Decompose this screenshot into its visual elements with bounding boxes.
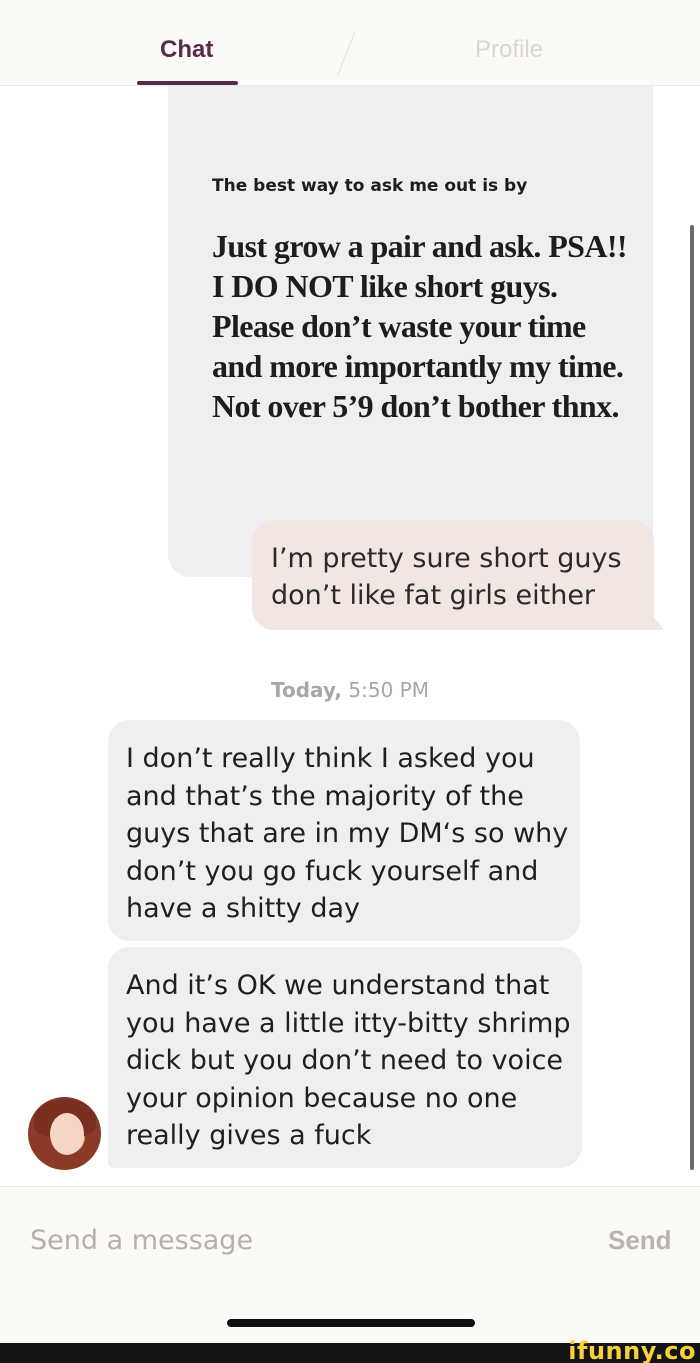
send-button[interactable]: Send <box>608 1225 672 1256</box>
timestamp-time: 5:50 PM <box>348 678 429 702</box>
sent-bubble-tail <box>640 600 664 630</box>
timestamp-day: Today, <box>271 678 343 702</box>
prompt-answer: Just grow a pair and ask. PSA!! I DO NOT… <box>212 228 628 424</box>
message-timestamp: Today, 5:50 PM <box>0 678 700 702</box>
sent-message-bubble[interactable]: I’m pretty sure short guys don’t like fa… <box>252 520 654 630</box>
watermark-logo: ifunny.co <box>568 1337 696 1363</box>
received-message-bubble[interactable]: I don’t really think I asked you and tha… <box>108 720 580 941</box>
received-message-text: I don’t really think I asked you and tha… <box>126 743 569 924</box>
received-message-text: And it’s OK we understand that you have … <box>126 970 571 1151</box>
watermark-bar: ifunny.co <box>0 1337 700 1363</box>
tab-profile[interactable]: Profile <box>475 36 543 64</box>
avatar-face <box>50 1113 84 1155</box>
active-tab-indicator <box>137 81 238 85</box>
sent-message-text: I’m pretty sure short guys don’t like fa… <box>271 543 622 611</box>
tab-bar: Chat Profile <box>0 0 700 86</box>
tab-chat[interactable]: Chat <box>160 36 213 64</box>
avatar[interactable] <box>28 1097 101 1170</box>
prompt-question: The best way to ask me out is by <box>212 176 528 196</box>
profile-prompt-card[interactable]: The best way to ask me out is by Just gr… <box>168 86 653 577</box>
home-indicator[interactable] <box>227 1319 475 1327</box>
message-input[interactable]: Send a message <box>30 1225 570 1265</box>
tab-divider <box>337 31 356 75</box>
received-message-bubble[interactable]: And it’s OK we understand that you have … <box>108 947 582 1168</box>
scrollbar[interactable] <box>690 225 694 1170</box>
